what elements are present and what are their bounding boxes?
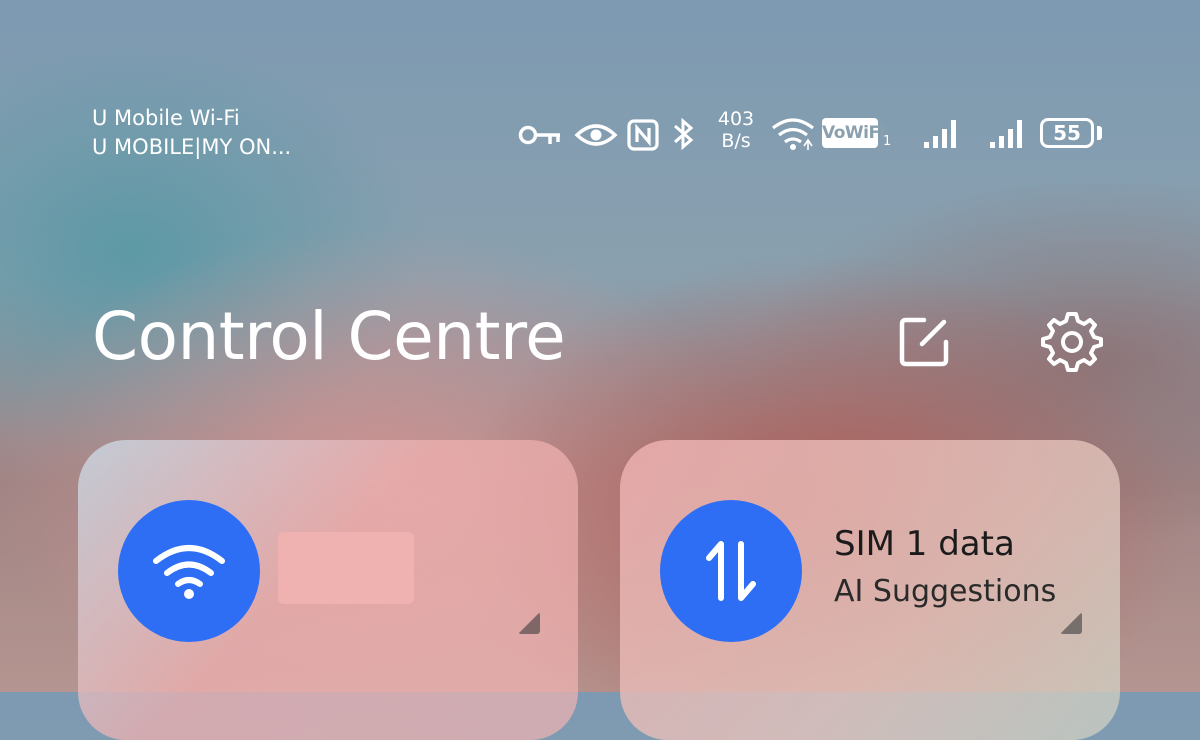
signal-icon-2 [990,120,1022,148]
vowifi-sim-number: 1 [883,134,892,149]
mobile-data-tile-title: SIM 1 data [834,524,1015,564]
edit-button[interactable] [892,310,956,374]
wifi-toggle[interactable] [118,500,260,642]
page-title: Control Centre [92,298,566,375]
data-transfer-icon [706,541,756,601]
network-name: U Mobile Wi-Fi [92,106,240,130]
redacted-network-name [278,532,414,604]
gear-icon [1041,312,1103,372]
bluetooth-icon [674,117,694,151]
battery-nub [1097,126,1102,140]
mobile-data-tile-subtitle: AI Suggestions [834,574,1057,609]
status-carrier-block: U Mobile Wi-Fi U MOBILE|MY ON... [92,104,291,162]
vowifi-badge: VoWiFi [822,118,885,148]
eye-icon [574,124,618,146]
speed-unit: B/s [721,130,751,152]
network-speed: 403 B/s [714,108,758,152]
wifi-tile[interactable] [78,440,578,740]
expand-corner-icon[interactable] [518,612,540,634]
signal-icon [924,120,956,148]
mobile-data-toggle[interactable] [660,500,802,642]
speed-value: 403 [717,108,755,130]
battery-level: 55 [1053,121,1081,145]
vpn-key-icon [518,125,560,145]
carrier-name: U MOBILE|MY ON... [92,135,292,159]
wifi-icon [153,545,225,599]
expand-corner-icon-2[interactable] [1060,612,1082,634]
mobile-data-tile[interactable]: SIM 1 data AI Suggestions [620,440,1120,740]
edit-icon [899,317,949,367]
wifi-icon [772,118,814,150]
nfc-icon [627,119,659,151]
settings-button[interactable] [1040,310,1104,374]
